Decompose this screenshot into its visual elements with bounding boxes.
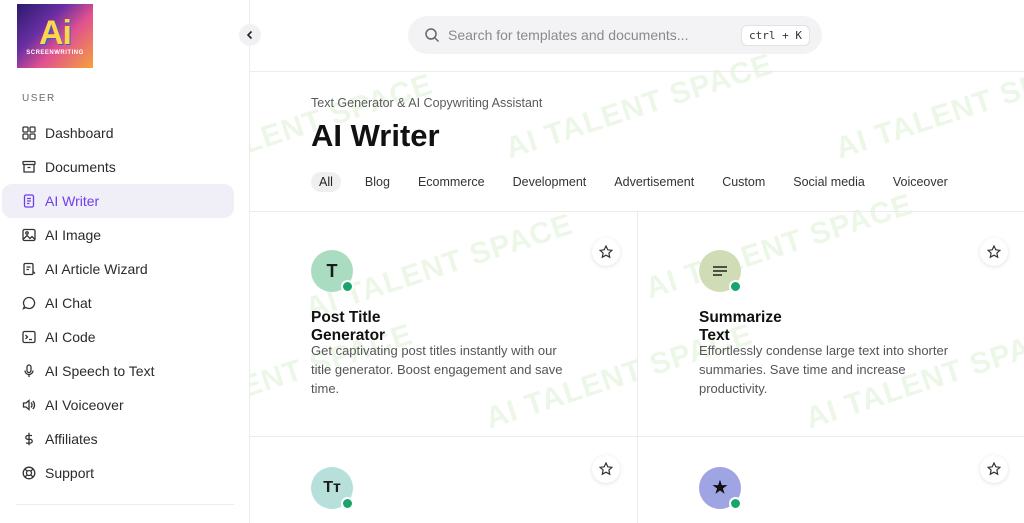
- star-icon: [599, 245, 613, 259]
- sidebar-item-ai-voiceover[interactable]: AI Voiceover: [2, 388, 234, 422]
- sidebar-item-affiliates[interactable]: Affiliates: [2, 422, 234, 456]
- tab-blog[interactable]: Blog: [365, 172, 390, 192]
- template-title: Summarize Text: [699, 309, 782, 344]
- search-shortcut-badge: ctrl + K: [741, 24, 810, 46]
- favorite-button[interactable]: [592, 455, 620, 483]
- template-avatar-symbol: ★: [712, 478, 728, 497]
- favorite-button[interactable]: [980, 238, 1008, 266]
- sidebar-item-label: AI Code: [45, 329, 96, 345]
- sidebar-item-ai-image[interactable]: AI Image: [2, 218, 234, 252]
- status-dot: [729, 497, 742, 510]
- grid-divider: [250, 436, 1024, 437]
- sidebar-item-ai-writer[interactable]: AI Writer: [2, 184, 234, 218]
- dollar-icon: [21, 431, 37, 447]
- dashboard-icon: [21, 125, 37, 141]
- sidebar-item-label: AI Voiceover: [45, 397, 124, 413]
- sidebar-item-label: AI Image: [45, 227, 102, 243]
- sidebar-item-label: AI Writer: [45, 193, 100, 209]
- template-avatar: ★: [699, 467, 742, 510]
- sidebar-section-label: USER: [22, 93, 56, 104]
- sidebar-divider: [16, 504, 234, 505]
- tab-all[interactable]: All: [311, 172, 341, 192]
- chevron-left-icon: [246, 30, 253, 40]
- collapse-sidebar-button[interactable]: [239, 24, 261, 46]
- sidebar-item-label: Support: [45, 465, 95, 481]
- tab-development[interactable]: Development: [513, 172, 587, 192]
- status-dot: [341, 280, 354, 293]
- sidebar-item-label: Documents: [45, 159, 116, 175]
- template-description: Get captivating post titles instantly wi…: [311, 343, 563, 396]
- document-icon: [21, 193, 37, 209]
- tab-social-media[interactable]: Social media: [793, 172, 865, 192]
- favorite-button[interactable]: [980, 455, 1008, 483]
- sidebar-item-ai-speech-to-text[interactable]: AI Speech to Text: [2, 354, 234, 388]
- category-tabs: All Blog Ecommerce Development Advertise…: [311, 172, 976, 192]
- sidebar-item-label: AI Chat: [45, 295, 92, 311]
- archive-icon: [21, 159, 37, 175]
- sidebar-item-label: AI Speech to Text: [45, 363, 155, 379]
- sidebar-item-support[interactable]: Support: [2, 456, 234, 490]
- search-bar[interactable]: Search for templates and documents... ct…: [408, 16, 822, 54]
- template-avatar: Tт: [311, 467, 354, 510]
- tab-custom[interactable]: Custom: [722, 172, 765, 192]
- sidebar-item-ai-chat[interactable]: AI Chat: [2, 286, 234, 320]
- template-avatar-letter: Tт: [323, 479, 341, 496]
- tab-voiceover[interactable]: Voiceover: [893, 172, 948, 192]
- favorite-button[interactable]: [592, 238, 620, 266]
- text-lines-icon: [713, 266, 727, 276]
- sidebar-item-label: AI Article Wizard: [45, 261, 148, 277]
- sidebar-item-label: Dashboard: [45, 125, 114, 141]
- sidebar: Ai SCREENWRITING USER Dashboard Document…: [0, 0, 250, 523]
- search-icon: [425, 28, 440, 43]
- logo-mark: Ai: [39, 14, 72, 52]
- watermark: AI TALENT SPACE: [641, 187, 918, 306]
- sidebar-item-dashboard[interactable]: Dashboard: [2, 116, 234, 150]
- sidebar-item-ai-article-wizard[interactable]: AI Article Wizard: [2, 252, 234, 286]
- sidebar-item-documents[interactable]: Documents: [2, 150, 234, 184]
- star-icon: [987, 462, 1001, 476]
- app-logo[interactable]: Ai SCREENWRITING: [17, 4, 93, 68]
- template-title: Post Title Generator: [311, 309, 386, 344]
- logo-caption: SCREENWRITING: [26, 50, 84, 56]
- image-icon: [21, 227, 37, 243]
- template-avatar: T: [311, 250, 354, 293]
- sidebar-nav: Dashboard Documents AI Writer AI Image A…: [0, 116, 249, 490]
- star-icon: [599, 462, 613, 476]
- chat-icon: [21, 295, 37, 311]
- status-dot: [341, 497, 354, 510]
- status-dot: [729, 280, 742, 293]
- template-avatar-letter: T: [326, 260, 338, 281]
- top-bar: Search for templates and documents... ct…: [250, 0, 1024, 72]
- microphone-icon: [21, 363, 37, 379]
- speaker-icon: [21, 397, 37, 413]
- wizard-icon: [21, 261, 37, 277]
- terminal-icon: [21, 329, 37, 345]
- tab-advertisement[interactable]: Advertisement: [614, 172, 694, 192]
- star-icon: [987, 245, 1001, 259]
- lifebuoy-icon: [21, 465, 37, 481]
- template-avatar: [699, 250, 742, 293]
- tab-ecommerce[interactable]: Ecommerce: [418, 172, 485, 192]
- search-input[interactable]: Search for templates and documents...: [448, 27, 741, 43]
- page-title: AI Writer: [311, 118, 440, 153]
- template-description: Effortlessly condense large text into sh…: [699, 343, 949, 396]
- grid-divider: [637, 212, 638, 523]
- sidebar-item-label: Affiliates: [45, 431, 98, 447]
- page-subtitle: Text Generator & AI Copywriting Assistan…: [311, 96, 543, 110]
- sidebar-item-ai-code[interactable]: AI Code: [2, 320, 234, 354]
